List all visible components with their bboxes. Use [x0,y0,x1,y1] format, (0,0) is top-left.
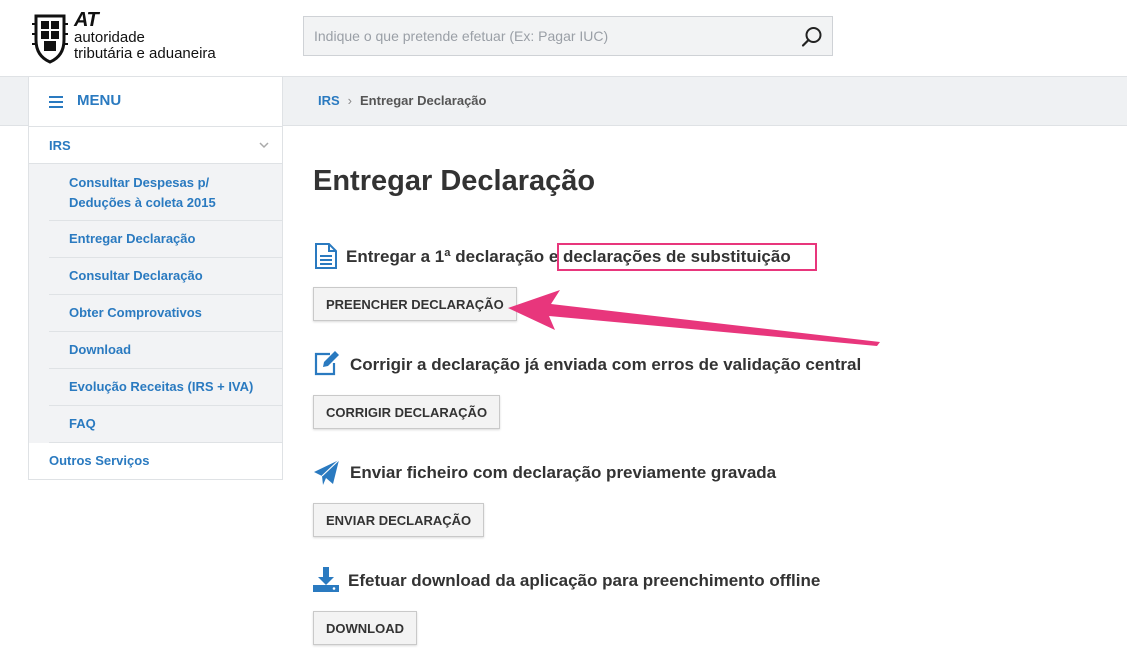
search-input[interactable] [304,17,784,55]
breadcrumb-current: Entregar Declaração [360,93,487,108]
header: AT autoridade tributária e aduaneira [0,0,1127,76]
breadcrumb-irs[interactable]: IRS [318,93,340,108]
section-corrigir-text: Corrigir a declaração já enviada com err… [350,355,862,374]
coat-of-arms-icon [32,14,68,64]
breadcrumb: IRS › Entregar Declaração [318,93,486,108]
sidebar-item-obter-comprovativos[interactable]: Obter Comprovativos [49,295,282,332]
logo-line2: tributária e aduaneira [74,45,216,62]
annotation-arrow-icon [508,290,880,346]
sidebar-item-irs-label: IRS [49,138,71,153]
sidebar-item-label: FAQ [69,416,96,431]
at-logo[interactable]: AT autoridade tributária e aduaneira [30,10,250,68]
sidebar-item-outros-servicos[interactable]: Outros Serviços [29,443,282,479]
paper-plane-icon [314,459,340,485]
page-title: Entregar Declaração [313,165,596,197]
section-enviar-text: Enviar ficheiro com declaração previamen… [350,463,777,482]
edit-icon [314,351,339,376]
download-button[interactable]: DOWNLOAD [313,611,417,645]
sidebar-item-label: Consultar Declaração [69,268,203,283]
search-box [303,16,833,56]
sidebar-item-consultar-declaracao[interactable]: Consultar Declaração [49,258,282,295]
sidebar-item-faq[interactable]: FAQ [49,406,282,443]
sidebar-item-irs[interactable]: IRS [29,127,282,164]
corrigir-declaracao-button[interactable]: CORRIGIR DECLARAÇÃO [313,395,501,429]
menu-label: MENU [77,92,122,109]
download-icon [313,567,339,592]
sidebar-item-label: Download [69,342,132,357]
logo-line1: autoridade [74,29,145,46]
sidebar-submenu: Consultar Despesas p/ Deduções à coleta … [29,164,282,443]
sidebar-item-label: Outros Serviços [49,453,150,468]
annotation-highlight-box [557,243,817,271]
sidebar-item-label: Entregar Declaração [69,231,196,246]
sidebar-item-label: Obter Comprovativos [69,305,202,320]
sidebar-item-download[interactable]: Download [49,332,282,369]
sidebar: IRS Consultar Despesas p/ Deduções à col… [28,126,283,480]
sidebar-item-consultar-despesas[interactable]: Consultar Despesas p/ Deduções à coleta … [49,164,282,221]
menu-button[interactable]: MENU [28,76,283,126]
sidebar-item-label: Evolução Receitas (IRS + IVA) [69,379,254,394]
sidebar-item-evolucao-receitas[interactable]: Evolução Receitas (IRS + IVA) [49,369,282,406]
chevron-down-icon[interactable] [258,139,270,151]
logo-at: AT [74,9,99,31]
breadcrumb-separator-icon: › [347,93,353,108]
preencher-declaracao-button[interactable]: PREENCHER DECLARAÇÃO [313,287,517,321]
search-icon[interactable] [800,25,824,49]
section-download-text: Efetuar download da aplicação para preen… [348,571,821,590]
logo-text: AT autoridade tributária e aduaneira [74,9,216,62]
document-icon [315,243,337,269]
hamburger-icon [49,96,63,108]
sidebar-item-entregar-declaracao[interactable]: Entregar Declaração [49,221,282,258]
sidebar-item-label: Consultar Despesas p/ Deduções à coleta … [69,175,216,210]
enviar-declaracao-button[interactable]: ENVIAR DECLARAÇÃO [313,503,485,537]
